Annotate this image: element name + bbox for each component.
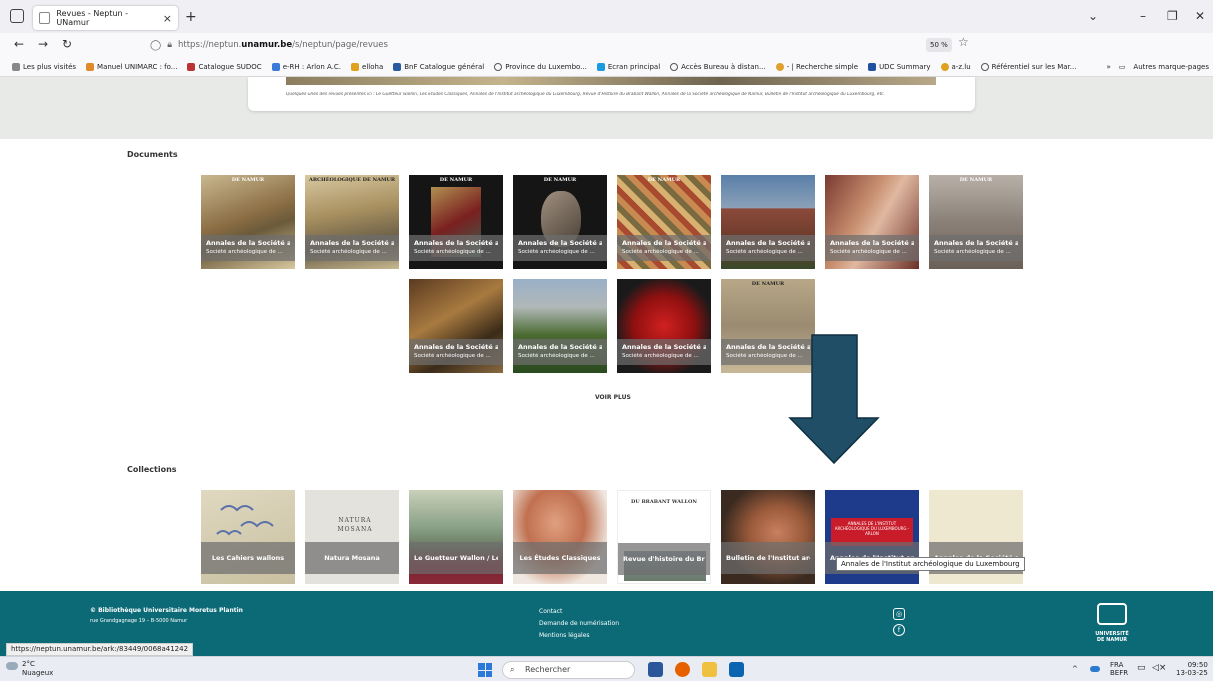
collection-card[interactable]: NATURA MOSANA Natura Mosana bbox=[305, 490, 399, 584]
bookmarks-overflow-button[interactable]: » bbox=[1107, 63, 1111, 71]
footer-link-mentions[interactable]: Mentions légales bbox=[539, 632, 590, 639]
collections-heading: Collections bbox=[127, 465, 177, 474]
shield-icon: ◯ bbox=[150, 39, 162, 51]
file-explorer-icon[interactable] bbox=[702, 662, 717, 677]
minimize-icon[interactable]: – bbox=[1140, 9, 1146, 23]
document-card[interactable]: DE NAMURAnnales de la Société ar...Socié… bbox=[201, 175, 295, 269]
weather-text: Nuageux bbox=[22, 669, 54, 677]
birds-illustration bbox=[216, 505, 274, 536]
other-bookmarks[interactable]: Autres marque-pages bbox=[1133, 63, 1209, 71]
collection-card[interactable]: DU BRABANT WALLON Revue d'histoire du Br… bbox=[617, 490, 711, 584]
bookmark-item[interactable]: UDC Summary bbox=[868, 62, 931, 71]
document-card[interactable]: Annales de la Société ar...Société arché… bbox=[825, 175, 919, 269]
bookmarks-right: » ▭ Autres marque-pages bbox=[1100, 57, 1209, 76]
collection-card[interactable]: Les Cahiers wallons bbox=[201, 490, 295, 584]
bookmark-item[interactable]: Référentiel sur les Mar... bbox=[980, 62, 1076, 71]
taskbar: 2°C Nuageux ⌕ Rechercher ^ FRA BEFR ▭ ◁× … bbox=[0, 656, 1213, 681]
taskbar-search[interactable]: ⌕ Rechercher bbox=[502, 661, 635, 679]
url-text: https://neptun.unamur.be/s/neptun/page/r… bbox=[178, 40, 388, 50]
document-card[interactable]: Annales de la Société ar...Société arché… bbox=[513, 279, 607, 373]
document-card[interactable]: DE NAMURAnnales de la Société ar...Socié… bbox=[617, 175, 711, 269]
weather-widget[interactable]: 2°C Nuageux bbox=[6, 660, 54, 678]
document-card[interactable]: DE NAMURAnnales de la Société ar...Socié… bbox=[929, 175, 1023, 269]
tabs-dropdown-icon[interactable]: ⌄ bbox=[1088, 9, 1098, 23]
hero-card: Quelques-unes des revues présentes ici :… bbox=[248, 77, 975, 111]
bookmark-star-icon[interactable]: ☆ bbox=[958, 35, 969, 49]
bookmark-item[interactable]: Les plus visités bbox=[12, 62, 76, 71]
bookmark-item[interactable]: Ecran principal bbox=[596, 62, 660, 71]
bookmark-item[interactable]: Manuel UNIMARC : fo... bbox=[86, 62, 177, 71]
document-card[interactable]: DE NAMURAnnales de la Société ar...Socié… bbox=[409, 175, 503, 269]
weather-temp: 2°C bbox=[22, 660, 35, 668]
hero-image bbox=[286, 77, 936, 85]
favicon-icon bbox=[39, 12, 51, 24]
collection-card[interactable]: Bulletin de l'Institut arc... bbox=[721, 490, 815, 584]
outlook-icon[interactable] bbox=[729, 662, 744, 677]
weather-icon bbox=[6, 662, 18, 670]
bookmark-item[interactable]: a-z.lu bbox=[940, 62, 971, 71]
facebook-icon[interactable]: f bbox=[893, 624, 905, 636]
document-card[interactable]: Annales de la Société ar...Société arché… bbox=[617, 279, 711, 373]
footer-title: © Bibliothèque Universitaire Moretus Pla… bbox=[90, 607, 243, 614]
status-url: https://neptun.unamur.be/ark:/83449/0068… bbox=[6, 643, 194, 656]
start-icon[interactable] bbox=[478, 663, 492, 677]
bookmark-item[interactable]: - | Recherche simple bbox=[775, 62, 858, 71]
documents-heading: Documents bbox=[127, 150, 178, 159]
language-indicator[interactable]: FRA BEFR bbox=[1110, 661, 1128, 677]
window-close-icon[interactable]: ✕ bbox=[1195, 9, 1205, 23]
search-icon: ⌕ bbox=[510, 665, 515, 674]
volume-muted-icon[interactable]: ◁× bbox=[1152, 664, 1166, 673]
instagram-icon[interactable]: ◎ bbox=[893, 608, 905, 620]
nav-bar: ← → ↻ ◯ 🔒︎ https://neptun.unamur.be/s/ne… bbox=[0, 33, 1213, 83]
folder-icon: ▭ bbox=[1118, 63, 1126, 71]
arrow-down-icon bbox=[788, 334, 880, 464]
back-icon[interactable]: ← bbox=[14, 37, 24, 51]
tab-list-icon[interactable] bbox=[10, 9, 24, 23]
display-icon[interactable]: ▭ bbox=[1137, 664, 1146, 673]
footer-address: rue Grandgagnage 19 – B-5000 Namur bbox=[90, 618, 188, 624]
document-card[interactable]: Annales de la Société ar...Société arché… bbox=[409, 279, 503, 373]
voir-plus-button[interactable]: VOIR PLUS bbox=[595, 394, 631, 401]
firefox-icon[interactable] bbox=[675, 662, 690, 677]
lock-icon: 🔒︎ bbox=[167, 40, 172, 50]
tab-active[interactable]: Revues - Neptun - UNamur × bbox=[33, 6, 178, 30]
collection-card[interactable]: Les Études Classiques bbox=[513, 490, 607, 584]
document-card[interactable]: DE NAMURAnnales de la Société ar...Socié… bbox=[513, 175, 607, 269]
reload-icon[interactable]: ↻ bbox=[62, 37, 72, 51]
bookmark-item[interactable]: Province du Luxembo... bbox=[494, 62, 587, 71]
bookmark-item[interactable]: elloha bbox=[351, 62, 383, 71]
bookmark-item[interactable]: e-RH : Arlon A.C. bbox=[271, 62, 341, 71]
document-card[interactable]: ARCHÉOLOGIQUE DE NAMUR Annales de la Soci… bbox=[305, 175, 399, 269]
cloud-icon[interactable] bbox=[1090, 666, 1100, 672]
tray-chevron-icon[interactable]: ^ bbox=[1072, 665, 1078, 673]
forward-icon[interactable]: → bbox=[38, 37, 48, 51]
logo-text: UNIVERSITÉ DE NAMUR bbox=[1095, 631, 1129, 643]
collection-card[interactable]: Le Guetteur Wallon / Le... bbox=[409, 490, 503, 584]
hero-caption: Quelques-unes des revues présentes ici :… bbox=[286, 92, 885, 97]
footer-link-contact[interactable]: Contact bbox=[539, 608, 562, 615]
bookmark-item[interactable]: Accès Bureau à distan... bbox=[670, 62, 766, 71]
document-card[interactable]: Annales de la Société ar...Société arché… bbox=[721, 175, 815, 269]
zoom-level[interactable]: 50 % bbox=[926, 38, 952, 52]
word-icon[interactable] bbox=[648, 662, 663, 677]
unamur-logo[interactable] bbox=[1097, 603, 1127, 625]
bookmarks-bar: Les plus visités Manuel UNIMARC : fo... … bbox=[0, 57, 1213, 77]
new-tab-button[interactable]: + bbox=[185, 9, 197, 25]
bookmark-item[interactable]: Catalogue SUDOC bbox=[187, 62, 262, 71]
tab-close-icon[interactable]: × bbox=[163, 12, 172, 25]
bookmark-item[interactable]: BnF Catalogue général bbox=[393, 62, 484, 71]
tab-title: Revues - Neptun - UNamur bbox=[56, 9, 129, 27]
maximize-icon[interactable]: ❐ bbox=[1167, 9, 1178, 23]
tooltip: Annales de l'Institut archéologique du L… bbox=[836, 557, 1025, 571]
clock[interactable]: 09:50 13-03-25 bbox=[1176, 661, 1208, 677]
tab-bar: Revues - Neptun - UNamur × + ⌄ – ❐ ✕ bbox=[0, 0, 1213, 33]
url-bar[interactable]: ◯ 🔒︎ https://neptun.unamur.be/s/neptun/p… bbox=[150, 35, 980, 55]
footer-link-numerisation[interactable]: Demande de numérisation bbox=[539, 620, 619, 627]
